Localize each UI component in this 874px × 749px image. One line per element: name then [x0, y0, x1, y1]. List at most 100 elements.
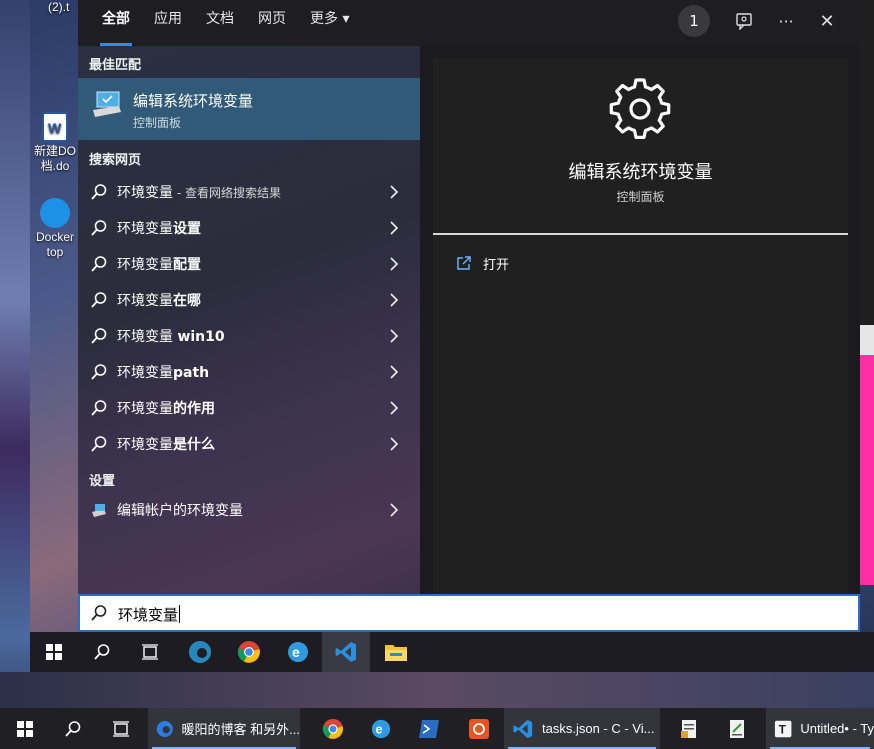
web-result-item[interactable]: 环境变量设置	[78, 210, 420, 246]
background-pink-window	[860, 355, 874, 585]
web-result-suggestion: 是什么	[173, 437, 215, 453]
svg-text:e: e	[376, 721, 383, 736]
web-result-prefix: 环境变量	[117, 401, 173, 417]
taskbar-search-icon[interactable]	[78, 632, 126, 672]
search-input[interactable]: 环境变量	[118, 604, 181, 625]
host-vscode-window[interactable]: tasks.json - C - Vi...	[504, 708, 660, 749]
web-result-prefix: 环境变量	[117, 293, 173, 309]
chevron-right-icon[interactable]	[389, 293, 399, 307]
web-result-prefix: 环境变量	[117, 365, 173, 381]
tab-all[interactable]: 全部	[100, 10, 132, 46]
web-result-prefix: 环境变量	[117, 221, 173, 237]
web-result-suggestion: 在哪	[173, 293, 201, 309]
powershell-icon[interactable]	[414, 708, 444, 749]
system-properties-icon	[93, 91, 121, 117]
tab-more[interactable]: 更多 ▾	[310, 10, 349, 40]
web-result-item[interactable]: 环境变量 win10	[78, 318, 420, 354]
host-taskbar: 暖阳的博客 和另外... e tasks.json - C - Vi... T …	[0, 708, 874, 749]
web-result-label: 环境变量 win10	[117, 326, 225, 346]
docker-icon	[40, 198, 70, 228]
desktop-icon-docker[interactable]: Docker top	[30, 198, 80, 260]
web-result-label: 环境变量配置	[117, 254, 201, 274]
web-result-prefix: 环境变量	[117, 437, 173, 453]
search-icon	[91, 220, 107, 236]
chevron-right-icon[interactable]	[389, 401, 399, 415]
editor-icon[interactable]	[722, 708, 752, 749]
web-result-item[interactable]: 环境变量是什么	[78, 426, 420, 462]
host-start-icon[interactable]	[10, 708, 40, 749]
typora-window-title: Untitled• - Ty	[800, 721, 874, 736]
ubuntu-icon[interactable]	[464, 708, 494, 749]
close-icon[interactable]: ✕	[811, 5, 843, 37]
chevron-right-icon[interactable]	[389, 329, 399, 343]
chevron-right-icon[interactable]	[389, 365, 399, 379]
web-result-label: 环境变量path	[117, 362, 209, 382]
web-result-label: 环境变量设置	[117, 218, 201, 238]
results-list: 最佳匹配 编辑系统环境变量 控制面板 搜索网页 环境变量 - 查看网络搜索结果环…	[78, 46, 420, 630]
web-result-item[interactable]: 环境变量在哪	[78, 282, 420, 318]
desktop-background	[0, 0, 30, 749]
web-result-label: 环境变量 - 查看网络搜索结果	[117, 182, 281, 202]
chevron-right-icon[interactable]	[389, 437, 399, 451]
chrome-icon[interactable]	[225, 632, 273, 672]
host-chrome-icon[interactable]	[318, 708, 348, 749]
best-match-title: 编辑系统环境变量	[133, 92, 254, 110]
gear-icon	[609, 78, 671, 139]
chevron-right-icon[interactable]	[389, 503, 399, 517]
settings-result-item[interactable]: 编辑帐户的环境变量	[78, 492, 420, 528]
tab-apps[interactable]: 应用	[154, 10, 182, 40]
best-match-item[interactable]: 编辑系统环境变量 控制面板	[78, 78, 420, 140]
search-icon	[91, 436, 107, 452]
rewards-badge[interactable]: 1	[678, 5, 710, 37]
desktop-icon-word-doc[interactable]: W 新建DO 档.do	[30, 112, 80, 174]
tab-web[interactable]: 网页	[258, 10, 286, 40]
host-search-icon[interactable]	[58, 708, 88, 749]
vscode-icon	[513, 719, 533, 738]
web-result-item[interactable]: 环境变量 - 查看网络搜索结果	[78, 174, 420, 210]
open-action[interactable]: 打开	[453, 254, 553, 276]
web-result-item[interactable]: 环境变量path	[78, 354, 420, 390]
details-pane: 编辑系统环境变量 控制面板 打开	[433, 58, 848, 598]
svg-text:T: T	[779, 722, 787, 736]
environment-settings-icon	[92, 504, 106, 517]
chevron-right-icon[interactable]	[389, 185, 399, 199]
file-explorer-icon[interactable]	[372, 632, 420, 672]
search-box[interactable]: 环境变量	[78, 594, 860, 632]
details-subtitle: 控制面板	[616, 190, 665, 204]
web-result-item[interactable]: 环境变量配置	[78, 246, 420, 282]
search-query-text: 环境变量	[118, 606, 179, 624]
desktop-file-name: (2).t	[48, 0, 70, 14]
web-result-prefix: 环境变量	[117, 257, 173, 273]
web-result-item[interactable]: 环境变量的作用	[78, 390, 420, 426]
settings-header: 设置	[89, 474, 116, 489]
tab-documents[interactable]: 文档	[206, 10, 234, 40]
host-typora-window[interactable]: T Untitled• - Ty	[766, 708, 874, 749]
edge-icon[interactable]	[176, 632, 224, 672]
search-icon	[91, 364, 107, 380]
svg-text:e: e	[292, 644, 300, 660]
more-options-icon[interactable]: ···	[770, 5, 802, 37]
host-ie-icon[interactable]: e	[366, 708, 396, 749]
web-result-suggestion: 配置	[173, 257, 201, 273]
web-result-label: 环境变量在哪	[117, 290, 201, 310]
host-task-view-icon[interactable]	[106, 708, 136, 749]
edge-icon	[156, 720, 173, 737]
notepad-icon[interactable]	[674, 708, 704, 749]
feedback-icon[interactable]	[728, 5, 760, 37]
search-icon	[91, 256, 107, 272]
open-label: 打开	[483, 258, 510, 273]
chevron-right-icon[interactable]	[389, 257, 399, 271]
web-result-suggestion: win10	[177, 329, 225, 345]
word-doc-label: 新建DO 档.do	[33, 144, 76, 173]
ie-icon[interactable]: e	[274, 632, 322, 672]
search-icon	[91, 292, 107, 308]
vscode-icon[interactable]	[322, 632, 370, 672]
chevron-right-icon[interactable]	[389, 221, 399, 235]
web-result-label: 环境变量的作用	[117, 398, 215, 418]
web-search-header: 搜索网页	[89, 153, 142, 168]
search-icon	[91, 605, 107, 621]
background-window-strip	[860, 325, 874, 355]
host-edge-window[interactable]: 暖阳的博客 和另外...	[148, 708, 300, 749]
task-view-icon[interactable]	[126, 632, 174, 672]
windows-start-icon[interactable]	[30, 632, 78, 672]
